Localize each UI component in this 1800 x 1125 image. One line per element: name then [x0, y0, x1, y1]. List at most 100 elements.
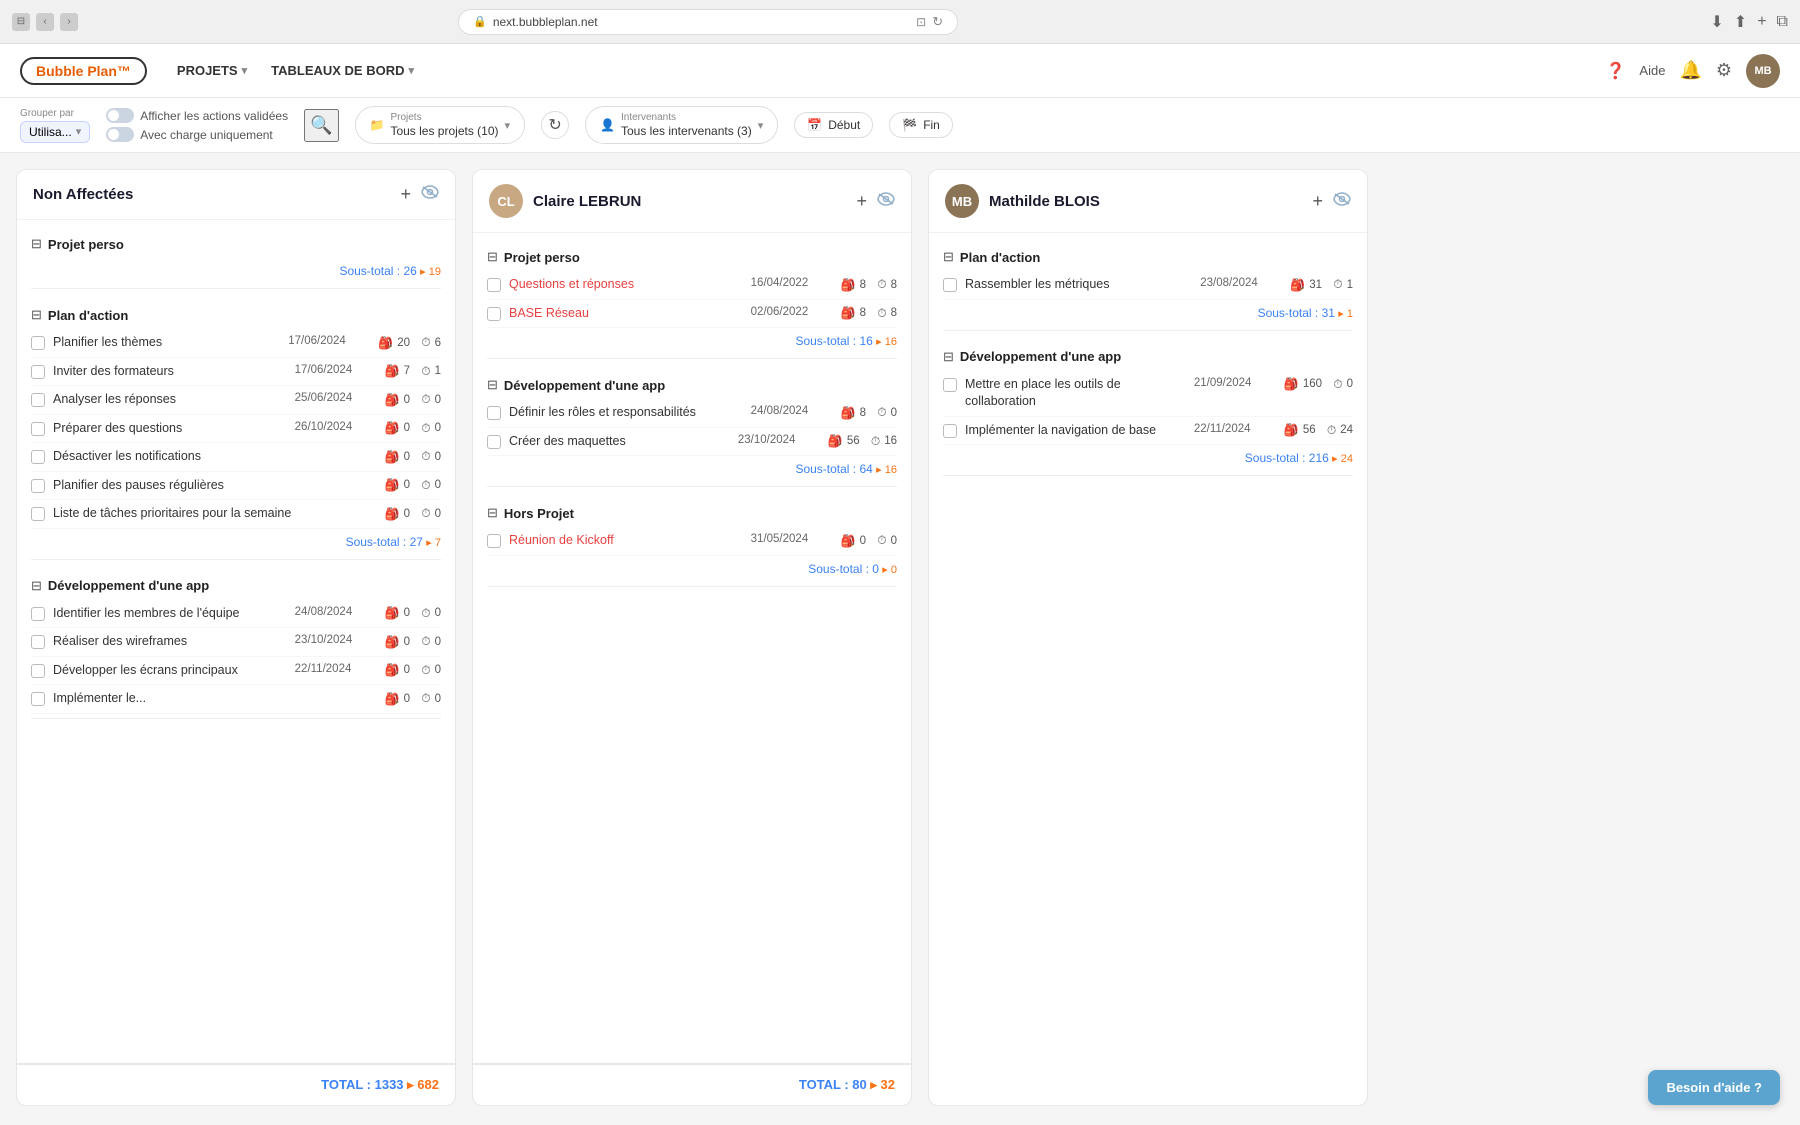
section-header-claire-lebrun-1[interactable]: ⊟Développement d'une app	[487, 371, 897, 399]
section-header-non-affectees-1[interactable]: ⊟Plan d'action	[31, 301, 441, 329]
toggle-charge: Avec charge uniquement	[106, 127, 288, 142]
section-title-mathilde-blois-1: Développement d'une app	[960, 349, 1353, 364]
task-checkbox[interactable]	[31, 393, 45, 407]
task-checkbox[interactable]	[31, 479, 45, 493]
task-row: Analyser les réponses25/06/2024🎒0 ⏱0	[31, 386, 441, 415]
bag-value: 7	[404, 365, 410, 377]
back-button[interactable]: ‹	[36, 13, 54, 31]
section-divider	[487, 486, 897, 487]
clock-icon: ⏱	[1327, 423, 1336, 438]
task-checkbox[interactable]	[943, 278, 957, 292]
task-name[interactable]: Identifier les membres de l'équipe	[53, 605, 287, 623]
intervenants-icon: 👤	[600, 118, 615, 132]
section-header-non-affectees-0[interactable]: ⊟Projet perso	[31, 230, 441, 258]
refresh-button[interactable]: ↻	[541, 111, 569, 139]
column-add-mathilde-blois[interactable]: +	[1312, 191, 1323, 212]
bag-icon: 🎒	[385, 606, 400, 620]
task-name[interactable]: Créer des maquettes	[509, 433, 730, 451]
task-checkbox[interactable]	[31, 450, 45, 464]
projects-filter[interactable]: 📁 Projets Tous les projets (10) ▾	[355, 106, 526, 144]
search-button[interactable]: 🔍	[304, 109, 338, 142]
task-name[interactable]: Liste de tâches prioritaires pour la sem…	[53, 505, 377, 523]
task-checkbox[interactable]	[31, 336, 45, 350]
column-add-non-affectees[interactable]: +	[400, 184, 411, 205]
task-name[interactable]: Réunion de Kickoff	[509, 532, 743, 550]
task-checkbox[interactable]	[487, 307, 501, 321]
task-name[interactable]: Analyser les réponses	[53, 391, 287, 409]
share-button[interactable]: ⬆	[1734, 12, 1747, 32]
task-name[interactable]: Implémenter la navigation de base	[965, 422, 1186, 440]
task-checkbox[interactable]	[943, 378, 957, 392]
task-name[interactable]: Définir les rôles et responsabilités	[509, 404, 743, 422]
section-header-claire-lebrun-2[interactable]: ⊟Hors Projet	[487, 499, 897, 527]
task-name[interactable]: Rassembler les métriques	[965, 276, 1192, 294]
clock-value: 0	[435, 394, 441, 406]
task-name[interactable]: Désactiver les notifications	[53, 448, 377, 466]
app-logo[interactable]: Bubble Plan™	[20, 57, 147, 85]
section-header-non-affectees-2[interactable]: ⊟Développement d'une app	[31, 572, 441, 600]
address-bar[interactable]: 🔒 next.bubbleplan.net ⊡ ↻	[458, 9, 958, 35]
task-name[interactable]: Planifier les thèmes	[53, 334, 280, 352]
task-checkbox[interactable]	[31, 692, 45, 706]
reload-icon[interactable]: ↻	[932, 14, 943, 30]
toggle-charge-switch[interactable]	[106, 127, 134, 142]
task-checkbox[interactable]	[487, 278, 501, 292]
user-avatar[interactable]: MB	[1746, 54, 1780, 88]
task-name[interactable]: Développer les écrans principaux	[53, 662, 287, 680]
bag-value: 56	[1303, 424, 1316, 436]
task-metrics: 🎒0 ⏱0	[841, 533, 897, 548]
help-button[interactable]: Besoin d'aide ?	[1648, 1070, 1780, 1105]
clock-icon: ⏱	[877, 405, 886, 420]
task-name[interactable]: Mettre en place les outils de collaborat…	[965, 376, 1186, 411]
section-divider	[31, 718, 441, 719]
task-checkbox[interactable]	[31, 507, 45, 521]
intervenants-filter[interactable]: 👤 Intervenants Tous les intervenants (3)…	[585, 106, 778, 144]
column-hide-mathilde-blois[interactable]	[1333, 192, 1351, 211]
column-hide-non-affectees[interactable]	[421, 185, 439, 204]
new-tab-button[interactable]: +	[1757, 13, 1766, 31]
nav-tableaux[interactable]: TABLEAUX DE BORD ▾	[261, 57, 424, 84]
sidebar-toggle[interactable]: ⊟	[12, 13, 30, 31]
task-checkbox[interactable]	[487, 406, 501, 420]
settings-icon[interactable]: ⚙	[1716, 60, 1732, 81]
nav-projets[interactable]: PROJETS ▾	[167, 57, 257, 84]
clock-icon: ⏱	[421, 335, 430, 350]
header-right: ❓ Aide 🔔 ⚙ MB	[1605, 54, 1780, 88]
clock-icon: ⏱	[421, 421, 430, 436]
section-header-mathilde-blois-0[interactable]: ⊟Plan d'action	[943, 243, 1353, 271]
task-name[interactable]: Planifier des pauses régulières	[53, 477, 377, 495]
task-name[interactable]: Inviter des formateurs	[53, 363, 287, 381]
windows-button[interactable]: ⧉	[1777, 13, 1788, 31]
forward-button[interactable]: ›	[60, 13, 78, 31]
task-name[interactable]: BASE Réseau	[509, 305, 743, 323]
clock-value: 8	[891, 307, 897, 319]
task-name[interactable]: Questions et réponses	[509, 276, 743, 294]
task-checkbox[interactable]	[31, 664, 45, 678]
fin-filter[interactable]: 🏁 Fin	[889, 112, 953, 138]
column-hide-claire-lebrun[interactable]	[877, 192, 895, 211]
debut-filter[interactable]: 📅 Début	[794, 112, 873, 138]
subtotal-arrow: ▸ 16	[876, 336, 897, 348]
task-name[interactable]: Réaliser des wireframes	[53, 633, 287, 651]
task-name[interactable]: Implémenter le...	[53, 690, 377, 708]
task-checkbox[interactable]	[31, 635, 45, 649]
download-button[interactable]: ⬇	[1710, 12, 1723, 32]
task-checkbox[interactable]	[31, 365, 45, 379]
task-checkbox[interactable]	[31, 422, 45, 436]
column-mathilde-blois: MBMathilde BLOIS+⊟Plan d'actionRassemble…	[928, 169, 1368, 1106]
subtotal-text: Sous-total : 216	[1245, 451, 1329, 465]
task-row: Inviter des formateurs17/06/2024🎒7 ⏱1	[31, 358, 441, 387]
task-checkbox[interactable]	[487, 435, 501, 449]
notification-icon[interactable]: 🔔	[1679, 60, 1701, 81]
group-by-dropdown[interactable]: Utilisa... ▾	[20, 121, 90, 143]
section-header-claire-lebrun-0[interactable]: ⊟Projet perso	[487, 243, 897, 271]
task-checkbox[interactable]	[31, 607, 45, 621]
toggle-validated-switch[interactable]	[106, 108, 134, 123]
column-add-claire-lebrun[interactable]: +	[856, 191, 867, 212]
task-checkbox[interactable]	[487, 534, 501, 548]
help-label[interactable]: Aide	[1639, 63, 1665, 78]
bag-value: 0	[404, 508, 410, 520]
section-header-mathilde-blois-1[interactable]: ⊟Développement d'une app	[943, 343, 1353, 371]
task-name[interactable]: Préparer des questions	[53, 420, 287, 438]
task-checkbox[interactable]	[943, 424, 957, 438]
